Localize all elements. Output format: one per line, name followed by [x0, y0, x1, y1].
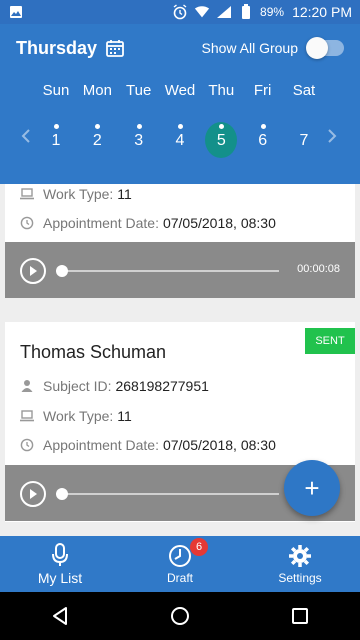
- date-number: 7: [299, 132, 309, 149]
- microphone-icon: [52, 542, 68, 568]
- date-3[interactable]: 3: [119, 120, 159, 160]
- bottom-navigation: My List Draft 6 Settings: [0, 536, 360, 592]
- person-icon: [19, 378, 35, 394]
- date-2[interactable]: 2: [77, 120, 117, 160]
- nav-settings[interactable]: Settings: [240, 536, 360, 592]
- status-badge: SENT: [305, 328, 355, 354]
- clock-icon: [19, 215, 35, 231]
- work-type-value: 11: [117, 186, 132, 202]
- subject-id-label: Subject ID:: [43, 378, 112, 394]
- date-7[interactable]: 7: [284, 120, 324, 160]
- status-bar: 89% 12:20 PM: [0, 0, 360, 24]
- system-navigation-bar: [0, 592, 360, 640]
- laptop-icon: [19, 186, 35, 202]
- date-6[interactable]: 6: [243, 120, 283, 160]
- appointment-date-row: Appointment Date: 07/05/2018, 08:30: [19, 437, 276, 453]
- clock-icon: [168, 543, 192, 569]
- audio-player: 00:00:08: [5, 242, 355, 298]
- signal-icon: [216, 4, 232, 20]
- draft-count-badge: 6: [190, 538, 208, 556]
- date-number: 6: [258, 132, 268, 149]
- status-time: 12:20 PM: [292, 4, 352, 20]
- nav-my-list[interactable]: My List: [0, 536, 120, 592]
- subject-id-value: 268198277951: [115, 378, 209, 394]
- event-dot: [95, 124, 101, 129]
- battery-percentage: 89%: [260, 5, 285, 19]
- audio-progress-track[interactable]: [61, 493, 279, 495]
- add-recording-button[interactable]: +: [284, 460, 340, 516]
- appointment-card[interactable]: Work Type: 11 Appointment Date: 07/05/20…: [5, 184, 355, 298]
- audio-duration: 00:00:08: [297, 263, 340, 275]
- play-icon: [30, 489, 37, 499]
- event-dot: [177, 124, 183, 129]
- event-dot: [136, 124, 142, 129]
- weekday-label: Tue: [126, 82, 152, 99]
- gear-icon: [288, 543, 312, 569]
- next-week-icon[interactable]: [322, 126, 342, 146]
- wifi-icon: [194, 4, 210, 20]
- play-icon: [30, 266, 37, 276]
- weekday-label: Sat: [292, 82, 316, 99]
- weekday-label: Wed: [164, 82, 196, 99]
- patient-name: Thomas Schuman: [20, 342, 167, 362]
- appointment-date-row: Appointment Date: 07/05/2018, 08:30: [19, 215, 276, 231]
- nav-label: Settings: [278, 571, 322, 585]
- work-type-label: Work Type:: [43, 186, 114, 202]
- laptop-icon: [19, 408, 35, 424]
- work-type-row: Work Type: 11: [19, 186, 132, 202]
- weekday-label: Fri: [253, 82, 272, 99]
- show-all-group: Show All Group: [201, 37, 344, 59]
- date-number: 3: [134, 132, 144, 149]
- dates: 1 2 3 4 5 6 7: [36, 120, 324, 160]
- date-1[interactable]: 1: [36, 120, 76, 160]
- date-number: 1: [51, 132, 61, 149]
- gallery-notification-icon: [8, 4, 24, 20]
- calendar-icon[interactable]: [105, 38, 125, 58]
- work-type-value: 11: [117, 408, 132, 424]
- date-4[interactable]: 4: [160, 120, 200, 160]
- work-type-row: Work Type: 11: [19, 408, 132, 424]
- audio-progress-track[interactable]: [61, 270, 279, 272]
- date-number: 2: [92, 132, 102, 149]
- recents-icon[interactable]: [280, 596, 320, 636]
- date-5-selected[interactable]: 5: [201, 120, 241, 160]
- weekday-label: Thu: [208, 82, 235, 99]
- date-number: 4: [175, 132, 185, 149]
- appointment-date-label: Appointment Date:: [43, 437, 159, 453]
- back-icon[interactable]: [40, 596, 80, 636]
- toggle-knob: [306, 37, 328, 59]
- weekday-label: Mon: [82, 82, 112, 99]
- weekday-row: Sun Mon Tue Wed Thu Fri Sat: [36, 82, 324, 99]
- event-dot: [54, 124, 59, 129]
- event-dot: [260, 124, 266, 129]
- dates-row: 1 2 3 4 5 6 7: [0, 120, 360, 160]
- play-button[interactable]: [20, 258, 46, 284]
- appointment-date-label: Appointment Date:: [43, 215, 159, 231]
- clock-icon: [19, 437, 35, 453]
- subject-id-row: Subject ID: 268198277951: [19, 378, 209, 394]
- work-type-label: Work Type:: [43, 408, 114, 424]
- appointment-date-value: 07/05/2018, 08:30: [162, 437, 276, 453]
- plus-icon: +: [304, 472, 320, 503]
- show-all-group-label: Show All Group: [201, 40, 299, 56]
- nav-label: Draft: [166, 571, 193, 585]
- weekday-label: Sun: [42, 82, 70, 99]
- appointment-date-value: 07/05/2018, 08:30: [162, 215, 276, 231]
- audio-progress-thumb[interactable]: [56, 488, 68, 500]
- home-icon[interactable]: [160, 596, 200, 636]
- battery-icon: [238, 4, 254, 20]
- nav-label: My List: [37, 570, 83, 586]
- header-top: Thursday Show All Group: [16, 34, 344, 62]
- play-button[interactable]: [20, 481, 46, 507]
- alarm-icon: [172, 4, 188, 20]
- calendar-header: Thursday Show All Group Sun Mon Tue Wed …: [0, 24, 360, 184]
- audio-progress-thumb[interactable]: [56, 265, 68, 277]
- show-all-group-toggle[interactable]: [306, 37, 344, 59]
- date-number: 5: [216, 132, 226, 149]
- previous-week-icon[interactable]: [16, 126, 36, 146]
- day-title: Thursday: [16, 37, 98, 58]
- nav-draft[interactable]: Draft 6: [120, 536, 240, 592]
